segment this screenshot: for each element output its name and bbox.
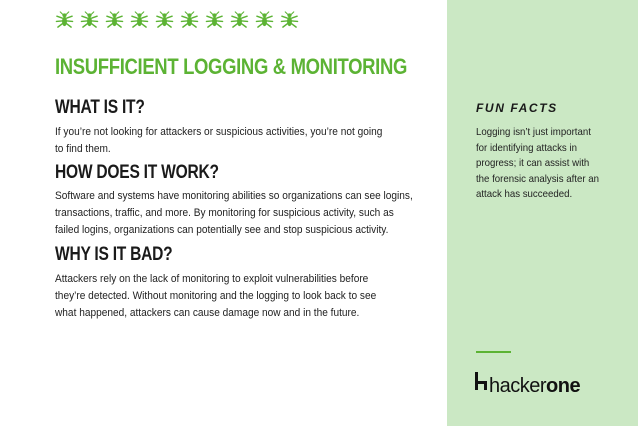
fun-facts-line: for identifying attacks in: [476, 141, 577, 154]
section-heading-why-is-it-bad: WHY IS IT BAD?: [55, 244, 173, 265]
hackerone-h-mark-icon: [475, 372, 488, 392]
bug-icon: [280, 11, 299, 29]
fun-facts-line: attack has succeeded.: [476, 188, 573, 200]
bug-icon: [230, 11, 249, 29]
bug-icon: [130, 11, 149, 29]
logo-text-hacker: hacker: [489, 375, 547, 397]
fun-facts-heading: FUN FACTS: [476, 101, 558, 115]
hackerone-logo: hacker one: [475, 372, 581, 398]
bug-icon: [180, 11, 199, 29]
bug-icon: [105, 11, 124, 29]
bug-icon-row: [55, 11, 299, 29]
section-body-how-does-it-work: Software and systems have monitoring abi…: [55, 188, 413, 239]
body-line: Attackers rely on the lack of monitoring…: [55, 273, 369, 285]
body-line: to find them.: [55, 143, 111, 155]
main-content: INSUFFICIENT LOGGING & MONITORING WHAT I…: [0, 0, 447, 426]
section-heading-what-is-it: WHAT IS IT?: [55, 97, 145, 118]
body-line: they’re detected. Without monitoring and…: [55, 290, 377, 302]
bug-icon: [255, 11, 274, 29]
fun-facts-sidebar: [447, 0, 638, 426]
body-line: failed logins, organizations can potenti…: [55, 224, 389, 236]
fun-facts-line: Logging isn’t just important: [476, 126, 591, 138]
body-line: If you’re not looking for attackers or s…: [55, 126, 383, 138]
section-body-why-is-it-bad: Attackers rely on the lack of monitoring…: [55, 271, 376, 322]
fun-facts-line: the forensic analysis after an: [476, 172, 599, 185]
fun-facts-line: progress; it can assist with: [476, 157, 590, 169]
page-title: INSUFFICIENT LOGGING & MONITORING: [55, 54, 408, 79]
bug-icon: [80, 11, 99, 29]
logo-text-one: one: [546, 375, 581, 397]
body-line: what happened, attackers can cause damag…: [55, 307, 360, 319]
page: INSUFFICIENT LOGGING & MONITORING WHAT I…: [0, 0, 638, 426]
section-body-what-is-it: If you’re not looking for attackers or s…: [55, 124, 382, 158]
bug-icon: [155, 11, 174, 29]
bug-icon: [205, 11, 224, 29]
body-line: Software and systems have monitoring abi…: [55, 190, 413, 202]
section-heading-how-does-it-work: HOW DOES IT WORK?: [55, 162, 219, 183]
fun-facts-text: Logging isn’t just important for identif…: [476, 125, 599, 203]
divider-line: [476, 351, 511, 353]
body-line: transactions, traffic, and more. By moni…: [55, 207, 394, 219]
bug-icon: [55, 11, 74, 29]
